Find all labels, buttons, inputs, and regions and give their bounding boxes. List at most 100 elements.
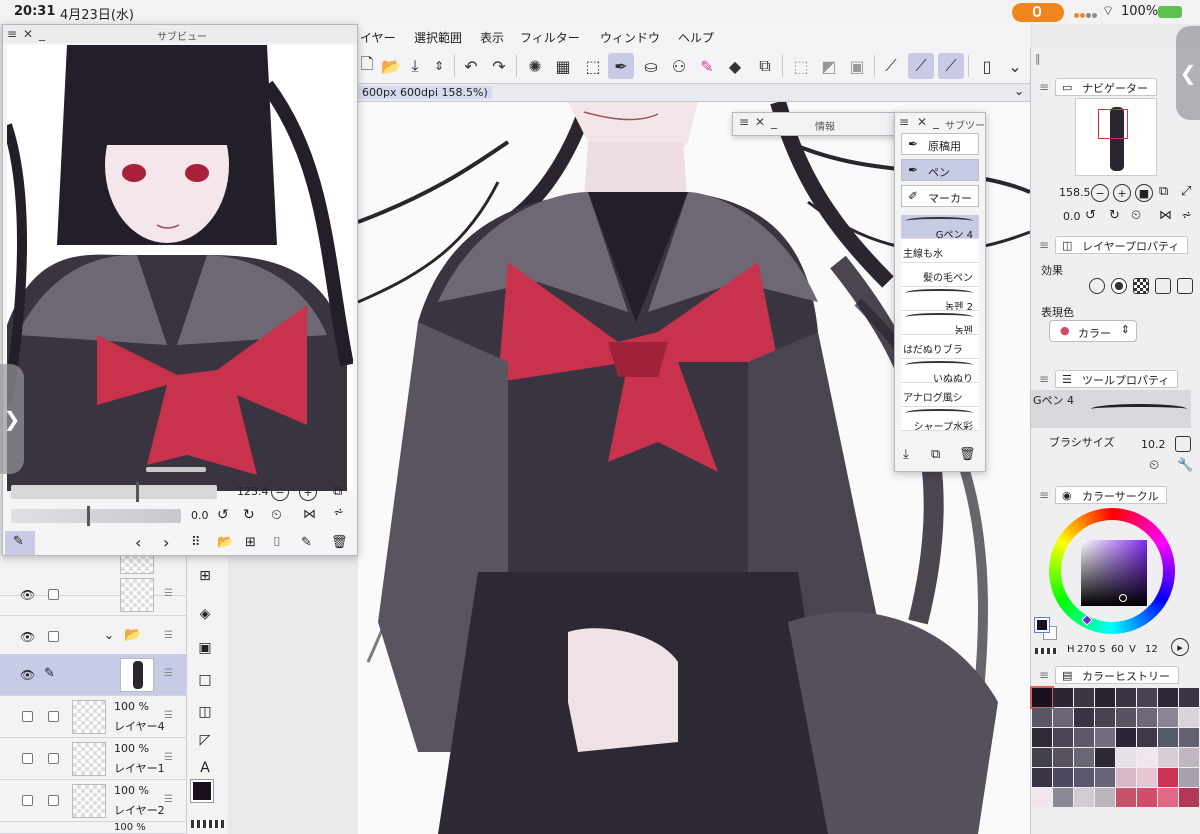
right-panel-toggle[interactable]: ❮	[1176, 26, 1200, 120]
effect-layer-color-icon[interactable]	[1155, 278, 1171, 294]
color-history-swatch[interactable]	[1053, 748, 1073, 767]
color-history-swatch[interactable]	[1158, 768, 1178, 787]
trash-icon[interactable]: 🗑	[959, 447, 976, 462]
color-history-swatch[interactable]	[1095, 788, 1115, 807]
color-history-swatch[interactable]	[1074, 788, 1094, 807]
layer-row[interactable]: 100 % レイヤー1 ☰	[0, 738, 186, 780]
color-history-swatch[interactable]	[1158, 728, 1178, 747]
camera-icon[interactable]: ⌷	[273, 535, 281, 550]
flip-vertical-icon[interactable]: ⩫	[1181, 208, 1192, 223]
open-image-icon[interactable]: 📂	[217, 535, 233, 550]
color-history-swatch[interactable]	[1074, 708, 1094, 727]
rotate-left-icon[interactable]: ↺	[1085, 208, 1096, 223]
zoom-slider[interactable]	[11, 482, 217, 502]
layer-row[interactable]: 100 % レイヤー4 ☰	[0, 696, 186, 738]
subview-titlebar[interactable]: ≡ ✕ _ サブビュー	[3, 25, 357, 43]
selection-stamp-icon[interactable]: ▣	[844, 53, 870, 79]
grip-icon[interactable]: ≡	[899, 115, 909, 129]
color-history-swatch[interactable]	[1158, 708, 1178, 727]
eye-icon[interactable]: 👁	[20, 630, 35, 644]
chevron-updown-icon[interactable]: ⇕	[426, 53, 452, 79]
color-history-swatch[interactable]	[1095, 768, 1115, 787]
drag-handle-icon[interactable]: ☰	[164, 588, 173, 599]
clear-icon[interactable]: ▦	[550, 53, 576, 79]
color-history-swatch[interactable]	[1053, 688, 1073, 707]
brush-item[interactable]: 농펜 2	[901, 287, 979, 311]
color-history-swatch[interactable]	[1032, 728, 1052, 747]
zoom-in-icon[interactable]: +	[1113, 184, 1131, 202]
close-icon[interactable]: ✕	[23, 27, 33, 41]
grip-icon[interactable]: ≡	[7, 27, 17, 41]
color-history-swatch[interactable]	[1179, 688, 1199, 707]
eyedropper-button[interactable]: ✎	[5, 531, 35, 555]
transform-icon[interactable]: ⧉	[752, 53, 778, 79]
device-icon[interactable]: ▯	[974, 53, 1000, 79]
main-color-swatch[interactable]	[1034, 617, 1050, 633]
rotation-slider[interactable]	[11, 506, 181, 526]
color-history-swatch[interactable]	[1074, 768, 1094, 787]
grip-icon[interactable]: ≡	[1039, 372, 1049, 386]
color-history-swatch[interactable]	[1179, 728, 1199, 747]
gradient-icon[interactable]: ▣	[194, 640, 216, 662]
flip-vertical-icon[interactable]: ⩫	[333, 505, 344, 520]
brush-item[interactable]: 髪の毛ペン	[901, 263, 979, 287]
rotate-left-icon[interactable]: ↺	[217, 507, 229, 523]
close-icon[interactable]: ✕	[917, 115, 927, 129]
layer-lock-checkbox[interactable]	[48, 589, 59, 600]
subview-image[interactable]	[7, 45, 353, 491]
fit-icon[interactable]: ⧉	[333, 484, 342, 499]
brush-size-value[interactable]: 10.2	[1141, 438, 1166, 451]
saturation-value-square[interactable]	[1081, 540, 1147, 606]
color-history-swatch[interactable]	[1030, 686, 1054, 709]
select-icon[interactable]: ⬚	[580, 53, 606, 79]
expression-color-select[interactable]: ● カラー ⇕	[1049, 320, 1137, 342]
color-history-swatch[interactable]	[1179, 788, 1199, 807]
color-history-swatch[interactable]	[1137, 768, 1157, 787]
import-image-icon[interactable]: ⊞	[245, 535, 256, 550]
layer-lock-checkbox[interactable]	[48, 795, 59, 806]
color-history-swatch[interactable]	[1137, 688, 1157, 707]
layer-visibility-checkbox[interactable]	[22, 753, 33, 764]
drag-handle-icon[interactable]: ☰	[164, 630, 173, 641]
color-history-swatch[interactable]	[1053, 768, 1073, 787]
color-history-tab[interactable]: ▤ カラーヒストリー	[1055, 666, 1179, 684]
left-panel-toggle[interactable]: ❯	[0, 364, 24, 474]
color-history-swatch[interactable]	[1137, 708, 1157, 727]
ruler-icon[interactable]: ◸	[194, 732, 216, 754]
color-history-swatch[interactable]	[1158, 748, 1178, 767]
brush-item[interactable]: シャープ水彩	[901, 407, 979, 431]
brush-item[interactable]: いぬぬり	[901, 359, 979, 383]
download-icon[interactable]: ⤓	[903, 447, 909, 462]
eye-icon[interactable]: 👁	[20, 668, 35, 682]
color-history-swatch[interactable]	[1074, 688, 1094, 707]
fullscreen-icon[interactable]: ⤢	[1181, 184, 1191, 199]
zoom-out-icon[interactable]: −	[271, 483, 289, 501]
transparent-color-swatch[interactable]	[191, 820, 225, 828]
navigator-preview[interactable]	[1075, 98, 1157, 176]
color-circle-tab[interactable]: ◉ カラーサークル	[1055, 486, 1168, 504]
color-history-swatch[interactable]	[1179, 708, 1199, 727]
color-history-swatch[interactable]	[1032, 788, 1052, 807]
effect-border-icon[interactable]	[1089, 278, 1105, 294]
pressure-icon[interactable]: ⏲	[1149, 458, 1159, 473]
layer-row-selected[interactable]: 👁 ✎ ☰	[0, 654, 186, 696]
snap-grid-icon[interactable]: ⟋	[938, 53, 964, 79]
subtool-tab-manuscript[interactable]: ✒ 原稿用	[901, 133, 979, 155]
color-history-swatch[interactable]	[1095, 748, 1115, 767]
color-history-swatch[interactable]	[1095, 728, 1115, 747]
eye-icon[interactable]: 👁	[20, 588, 35, 602]
dock-grip-icon[interactable]: ‖	[1035, 52, 1041, 65]
menu-filter[interactable]: フィルター	[520, 29, 580, 46]
rotate-right-icon[interactable]: ↻	[1109, 208, 1120, 223]
layer-lock-checkbox[interactable]	[48, 631, 59, 642]
fit-window-icon[interactable]: ⧉	[1159, 184, 1168, 199]
layer-property-tab[interactable]: ◫ レイヤープロパティ	[1055, 236, 1189, 254]
layer-visibility-checkbox[interactable]	[22, 711, 33, 722]
fill-bucket-icon[interactable]: ◈	[194, 606, 216, 628]
drag-handle-icon[interactable]: ☰	[164, 794, 173, 805]
drag-handle-icon[interactable]: ☰	[164, 752, 173, 763]
menu-layer[interactable]: イヤー	[360, 29, 396, 46]
snap-special-ruler-icon[interactable]: ⟋	[908, 53, 934, 79]
menu-selection[interactable]: 選択範囲	[414, 29, 462, 46]
color-history-swatch[interactable]	[1074, 748, 1094, 767]
